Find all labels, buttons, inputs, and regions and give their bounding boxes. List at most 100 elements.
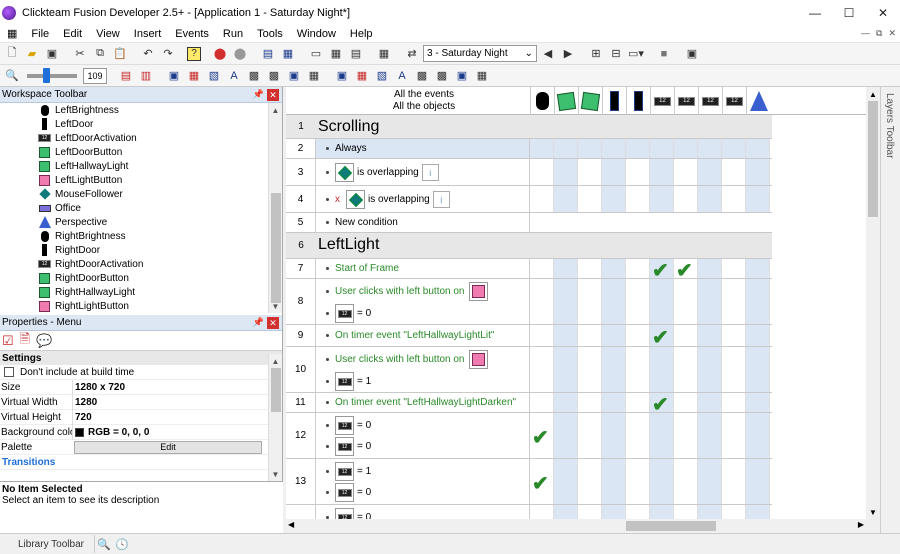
mdi-minimize-icon[interactable]: — — [861, 28, 870, 39]
action-cell[interactable] — [746, 413, 770, 458]
action-cell[interactable] — [698, 139, 722, 158]
action-cell[interactable] — [626, 279, 650, 324]
close-button[interactable]: ✕ — [866, 0, 900, 25]
action-cell[interactable] — [722, 259, 746, 278]
action-cell[interactable] — [674, 139, 698, 158]
action-cell[interactable] — [626, 413, 650, 458]
event-row[interactable]: 12 12 = 0 12 = 0 ✔ — [286, 413, 772, 459]
checker-icon-2[interactable]: ▩ — [265, 67, 283, 85]
action-cell[interactable] — [722, 413, 746, 458]
property-row[interactable]: Virtual Height 720 — [0, 409, 282, 425]
action-cell[interactable] — [746, 159, 770, 185]
action-cell[interactable] — [530, 259, 554, 278]
action-cell[interactable] — [650, 159, 674, 185]
open-folder-icon[interactable]: ▰ — [23, 45, 41, 63]
storyboard-icon[interactable]: ▤ — [259, 45, 277, 63]
action-cell[interactable]: ✔ — [650, 259, 674, 282]
menu-events[interactable]: Events — [168, 28, 216, 40]
tree-item[interactable]: 12 RightDoorActivation — [0, 257, 282, 271]
palette-edit-button[interactable]: Edit — [74, 440, 262, 454]
tree-item[interactable]: RightHallwayLight — [0, 285, 282, 299]
action-cell[interactable] — [602, 259, 626, 278]
copy-icon[interactable]: ⧉ — [91, 45, 109, 63]
properties-scrollbar[interactable]: ▲ ▼ — [268, 354, 282, 481]
layer-icon-3[interactable]: ▧ — [205, 67, 223, 85]
editor-vertical-scrollbar[interactable]: ▲ ▼ — [866, 87, 880, 533]
menu-view[interactable]: View — [89, 28, 127, 40]
counter-icon[interactable]: 12 — [722, 87, 746, 115]
zoom-icon[interactable]: 🔍 — [3, 67, 21, 85]
counter-icon[interactable]: 12 — [650, 87, 674, 115]
menu-window[interactable]: Window — [290, 28, 343, 40]
grid-red-icon[interactable]: ▤ — [117, 67, 135, 85]
action-cell[interactable]: ✔ — [530, 413, 554, 458]
action-cell[interactable] — [698, 325, 722, 346]
action-cell[interactable] — [626, 347, 650, 392]
menu-tools[interactable]: Tools — [250, 28, 290, 40]
action-cell[interactable] — [746, 279, 770, 324]
action-cell[interactable] — [626, 139, 650, 158]
action-cell[interactable] — [698, 279, 722, 324]
action-cell[interactable]: ✔ — [650, 393, 674, 416]
event-group-row[interactable]: 1 Scrolling — [286, 115, 772, 139]
event-row[interactable]: 13 12 = 1 12 = 0 ✔ — [286, 459, 772, 505]
layer-icon-7[interactable]: ▦ — [353, 67, 371, 85]
action-cell[interactable] — [578, 139, 602, 158]
maximize-button[interactable]: ☐ — [832, 0, 866, 25]
action-cell[interactable] — [674, 159, 698, 185]
green-button-icon[interactable] — [578, 87, 602, 115]
event-group-row[interactable]: 6 LeftLight — [286, 233, 772, 259]
event-conditions[interactable]: Start of Frame — [316, 259, 530, 278]
action-cell[interactable] — [722, 325, 746, 346]
action-cell[interactable] — [650, 139, 674, 158]
event-conditions[interactable]: x is overlapping i — [316, 186, 530, 212]
action-cell[interactable] — [578, 459, 602, 504]
zoom-value[interactable]: 109 — [83, 67, 107, 84]
pin-icon[interactable]: 📌 — [253, 89, 264, 100]
stop-square-icon[interactable]: ■ — [655, 45, 673, 63]
new-file-icon[interactable]: 🗋 — [3, 45, 21, 63]
tree-item[interactable]: LeftDoorButton — [0, 145, 282, 159]
minimize-button[interactable]: — — [798, 0, 832, 25]
action-cell[interactable] — [722, 159, 746, 185]
action-cell[interactable] — [554, 139, 578, 158]
event-row[interactable]: 4 x is overlapping i — [286, 186, 772, 213]
action-cell[interactable] — [698, 186, 722, 212]
action-cell[interactable] — [722, 139, 746, 158]
event-conditions[interactable]: On timer event "LeftHallwayLightLit" — [316, 325, 530, 346]
search-icon[interactable]: 🔍 — [95, 535, 113, 553]
action-cell[interactable] — [674, 279, 698, 324]
action-cell[interactable] — [698, 413, 722, 458]
action-cell[interactable] — [650, 279, 674, 324]
close-icon[interactable]: ✕ — [267, 89, 279, 101]
action-cell[interactable] — [602, 413, 626, 458]
frame-swap-icon[interactable]: ⇄ — [403, 45, 421, 63]
frame-grid-icon[interactable]: ▦ — [279, 45, 297, 63]
counter-icon[interactable]: 12 — [674, 87, 698, 115]
text-tool2-icon[interactable]: A — [393, 67, 411, 85]
action-cell[interactable] — [554, 279, 578, 324]
event-row[interactable]: 8 User clicks with left button on 12 = 0 — [286, 279, 772, 325]
action-cell[interactable] — [530, 325, 554, 346]
action-cell[interactable] — [602, 459, 626, 504]
layer-icon-5[interactable]: ▦ — [305, 67, 323, 85]
action-cell[interactable] — [578, 347, 602, 392]
action-cell[interactable] — [722, 186, 746, 212]
mdi-close-icon[interactable]: ✕ — [888, 28, 896, 39]
tree-item[interactable]: LeftDoor — [0, 117, 282, 131]
stop-icon[interactable]: ⬤ — [211, 45, 229, 63]
event-conditions[interactable]: 12 = 0 12 = 0 — [316, 413, 530, 458]
dont-include-row[interactable]: Don't include at build time — [0, 365, 282, 380]
frame-dropdown[interactable]: 3 - Saturday Night ⌄ — [423, 45, 537, 62]
tree-item[interactable]: 12 LeftDoorActivation — [0, 131, 282, 145]
perspective-icon[interactable] — [746, 87, 770, 115]
event-conditions[interactable]: Always — [316, 139, 530, 158]
action-cell[interactable] — [650, 459, 674, 504]
action-cell[interactable] — [698, 459, 722, 504]
property-row[interactable]: Virtual Width 1280 — [0, 394, 282, 410]
black-rect-icon[interactable] — [626, 87, 650, 115]
paste-icon[interactable]: 📋 — [111, 45, 129, 63]
event-row[interactable]: 9 On timer event "LeftHallwayLightLit" ✔ — [286, 325, 772, 349]
action-cell[interactable] — [602, 159, 626, 185]
action-cell[interactable] — [626, 159, 650, 185]
